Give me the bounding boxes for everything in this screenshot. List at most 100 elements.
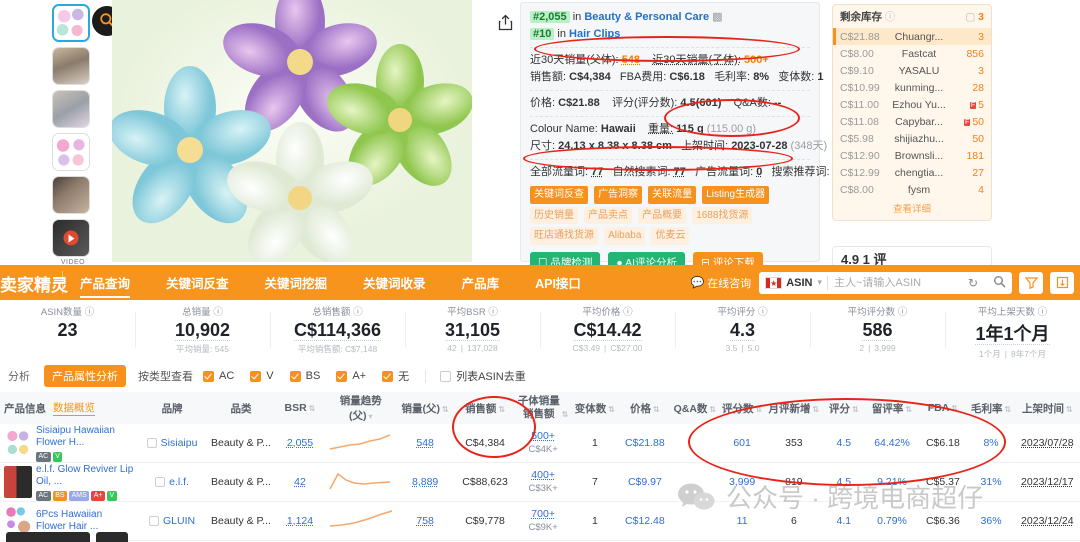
tab-analysis[interactable]: 分析 [0, 365, 38, 387]
cell-sales-trend[interactable] [326, 431, 395, 456]
tab-product-attribute-analysis[interactable]: 产品属性分析 [44, 365, 126, 387]
checkbox-v[interactable]: V [250, 370, 274, 382]
search-icon[interactable] [986, 275, 1012, 291]
col-sales-parent[interactable]: 销量(父) ⇅ [395, 401, 455, 416]
taskbar-item-1[interactable] [6, 532, 90, 542]
col-bsr[interactable]: BSR ⇅ [274, 402, 327, 414]
cell-bsr[interactable]: 42 [274, 476, 327, 488]
product-hero-image[interactable] [112, 0, 472, 262]
info-icon[interactable]: ⓘ [758, 307, 768, 318]
col-brand[interactable]: 品牌 [136, 401, 209, 416]
tag-youmai-cloud[interactable]: 优麦云 [651, 227, 690, 245]
thumbnail-1[interactable] [52, 4, 90, 42]
nav-item-keyword-index[interactable]: 关键词收录 [363, 264, 426, 301]
nav-item-product-query[interactable]: 产品查询 [80, 264, 131, 301]
tag-1688-source[interactable]: 1688找货源 [692, 206, 753, 225]
inventory-row[interactable]: C$12.99 chengtia... 27 [833, 164, 991, 181]
checkbox-bs[interactable]: BS [289, 370, 320, 382]
col-review-rate[interactable]: 留评率 ⇅ [866, 401, 919, 416]
col-variations[interactable]: 变体数 ⇅ [571, 401, 618, 416]
info-icon[interactable]: ⓘ [213, 307, 223, 318]
asin-search-input[interactable] [828, 276, 960, 289]
tag-wangdian-source[interactable]: 旺店通找货源 [530, 227, 598, 245]
tag-related-traffic[interactable]: 关联流量 [648, 186, 697, 204]
col-monthly-new-reviews[interactable]: 月评新增 ⇅ [766, 401, 822, 416]
row-checkbox[interactable] [155, 477, 166, 488]
checkbox-dedupe-asin[interactable]: 列表ASIN去重 [440, 368, 526, 384]
chart-icon[interactable]: ▩ [712, 11, 722, 23]
rank-category-1[interactable]: Beauty & Personal Care [584, 11, 709, 23]
info-icon[interactable]: ⓘ [898, 307, 908, 318]
inventory-row[interactable]: C$8.00 Fastcat 856 [833, 45, 991, 62]
cell-sales-parent[interactable]: 8,889 [395, 476, 455, 488]
product-thumbnail[interactable] [4, 466, 32, 498]
col-qa-count[interactable]: Q&A数 ⇅ [671, 401, 718, 416]
nav-item-product-library[interactable]: 产品库 [462, 264, 500, 301]
inventory-row[interactable]: C$21.88 Chuangr... 3 [833, 28, 991, 45]
inventory-row[interactable]: C$12.90 Brownsli... 181 [833, 147, 991, 164]
product-thumbnail[interactable] [4, 427, 32, 459]
nav-item-api[interactable]: API接口 [535, 264, 581, 301]
thumbnail-5[interactable] [52, 176, 90, 214]
tag-history-sales[interactable]: 历史销量 [530, 206, 578, 225]
row-checkbox[interactable] [146, 438, 157, 449]
table-row[interactable]: Sisiaipu Hawaiian Flower H... AC V Sisia… [0, 424, 1080, 463]
ai-review-analysis-button[interactable]: ● AI评论分析 [608, 251, 686, 265]
checkbox-aplus[interactable]: A+ [336, 370, 366, 382]
tag-product-summary[interactable]: 产品概要 [638, 206, 687, 225]
tag-product-selling-points[interactable]: 产品卖点 [584, 206, 633, 225]
tag-listing-generator[interactable]: Listing生成器 [702, 186, 770, 204]
col-data-overview-link[interactable]: 数据概览 [53, 400, 95, 416]
col-revenue[interactable]: 销售额 ⇅ [455, 401, 515, 416]
cell-bsr[interactable]: 1,124 [274, 515, 327, 527]
history-icon[interactable]: ↻ [960, 276, 986, 290]
tag-keyword-reverse[interactable]: 关键词反查 [530, 186, 588, 204]
taskbar-item-2[interactable] [96, 532, 128, 542]
review-download-button[interactable]: ⊟ 评论下载 [693, 251, 763, 265]
share-icon[interactable] [498, 14, 513, 34]
row-checkbox[interactable] [149, 516, 160, 527]
inventory-row[interactable]: C$10.99 kunming... 28 [833, 79, 991, 96]
online-consult-button[interactable]: 💬 在线咨询 [690, 275, 751, 291]
rank-category-2[interactable]: Hair Clips [569, 28, 620, 40]
cell-sales-parent[interactable]: 758 [395, 515, 455, 527]
product-title[interactable]: 6Pcs Hawaiian Flower Hair ... [36, 509, 134, 534]
tag-alibaba[interactable]: Alibaba [604, 227, 646, 245]
thumbnail-4[interactable] [52, 133, 90, 171]
marketplace-select-value[interactable]: ASIN [786, 277, 815, 289]
info-icon[interactable]: ⓘ [85, 307, 95, 318]
info-icon[interactable]: ⓘ [623, 307, 633, 318]
product-title[interactable]: Sisiaipu Hawaiian Flower H... [36, 425, 134, 450]
inventory-row[interactable]: C$11.08 Capybar... F 50 [833, 113, 991, 130]
inventory-view-details-link[interactable]: 查看详细 [833, 198, 991, 220]
checkbox-none[interactable]: 无 [382, 368, 409, 384]
info-icon[interactable]: ⓘ [488, 307, 498, 318]
nav-item-keyword-mining[interactable]: 关键词挖掘 [265, 264, 328, 301]
col-fba[interactable]: FBA ⇅ [918, 402, 967, 414]
cell-sales-trend[interactable] [326, 509, 395, 534]
info-icon[interactable]: ⓘ [1038, 307, 1048, 318]
inventory-row[interactable]: C$11.00 Ezhou Yu... F5 [833, 96, 991, 113]
cell-sales-trend[interactable] [326, 470, 395, 495]
export-icon[interactable] [1050, 271, 1074, 294]
thumbnail-3[interactable] [52, 90, 90, 128]
info-icon[interactable]: ⓘ [353, 307, 363, 318]
app-logo[interactable]: 卖家精灵 [0, 271, 68, 296]
cell-sales-parent[interactable]: 548 [395, 437, 455, 449]
col-sales-trend[interactable]: 销量趋势(父) ▾ [326, 393, 395, 423]
chevron-down-icon[interactable]: ▾ [817, 277, 822, 288]
info-icon[interactable]: ⓘ [885, 11, 896, 23]
checkbox-ac[interactable]: AC [203, 370, 234, 382]
nav-item-keyword-reverse[interactable]: 关键词反查 [166, 264, 229, 301]
col-listing-date[interactable]: 上架时间 ⇅ [1015, 401, 1080, 416]
table-row[interactable]: e.l.f. Glow Reviver Lip Oil, ... AC BS A… [0, 463, 1080, 502]
cell-bsr[interactable]: 2,055 [274, 437, 327, 449]
thumbnail-2[interactable] [52, 47, 90, 85]
col-price[interactable]: 价格 ⇅ [619, 401, 672, 416]
product-title[interactable]: e.l.f. Glow Reviver Lip Oil, ... [36, 464, 134, 489]
col-rating[interactable]: 评分 ⇅ [822, 401, 866, 416]
inventory-row[interactable]: C$8.00 fysm 4 [833, 181, 991, 198]
col-child-sales-revenue[interactable]: 子体销量 销售额 ⇅ [515, 395, 571, 420]
inventory-row[interactable]: C$9.10 YASALU 3 [833, 62, 991, 79]
camera-icon[interactable]: ▢ [965, 11, 975, 23]
